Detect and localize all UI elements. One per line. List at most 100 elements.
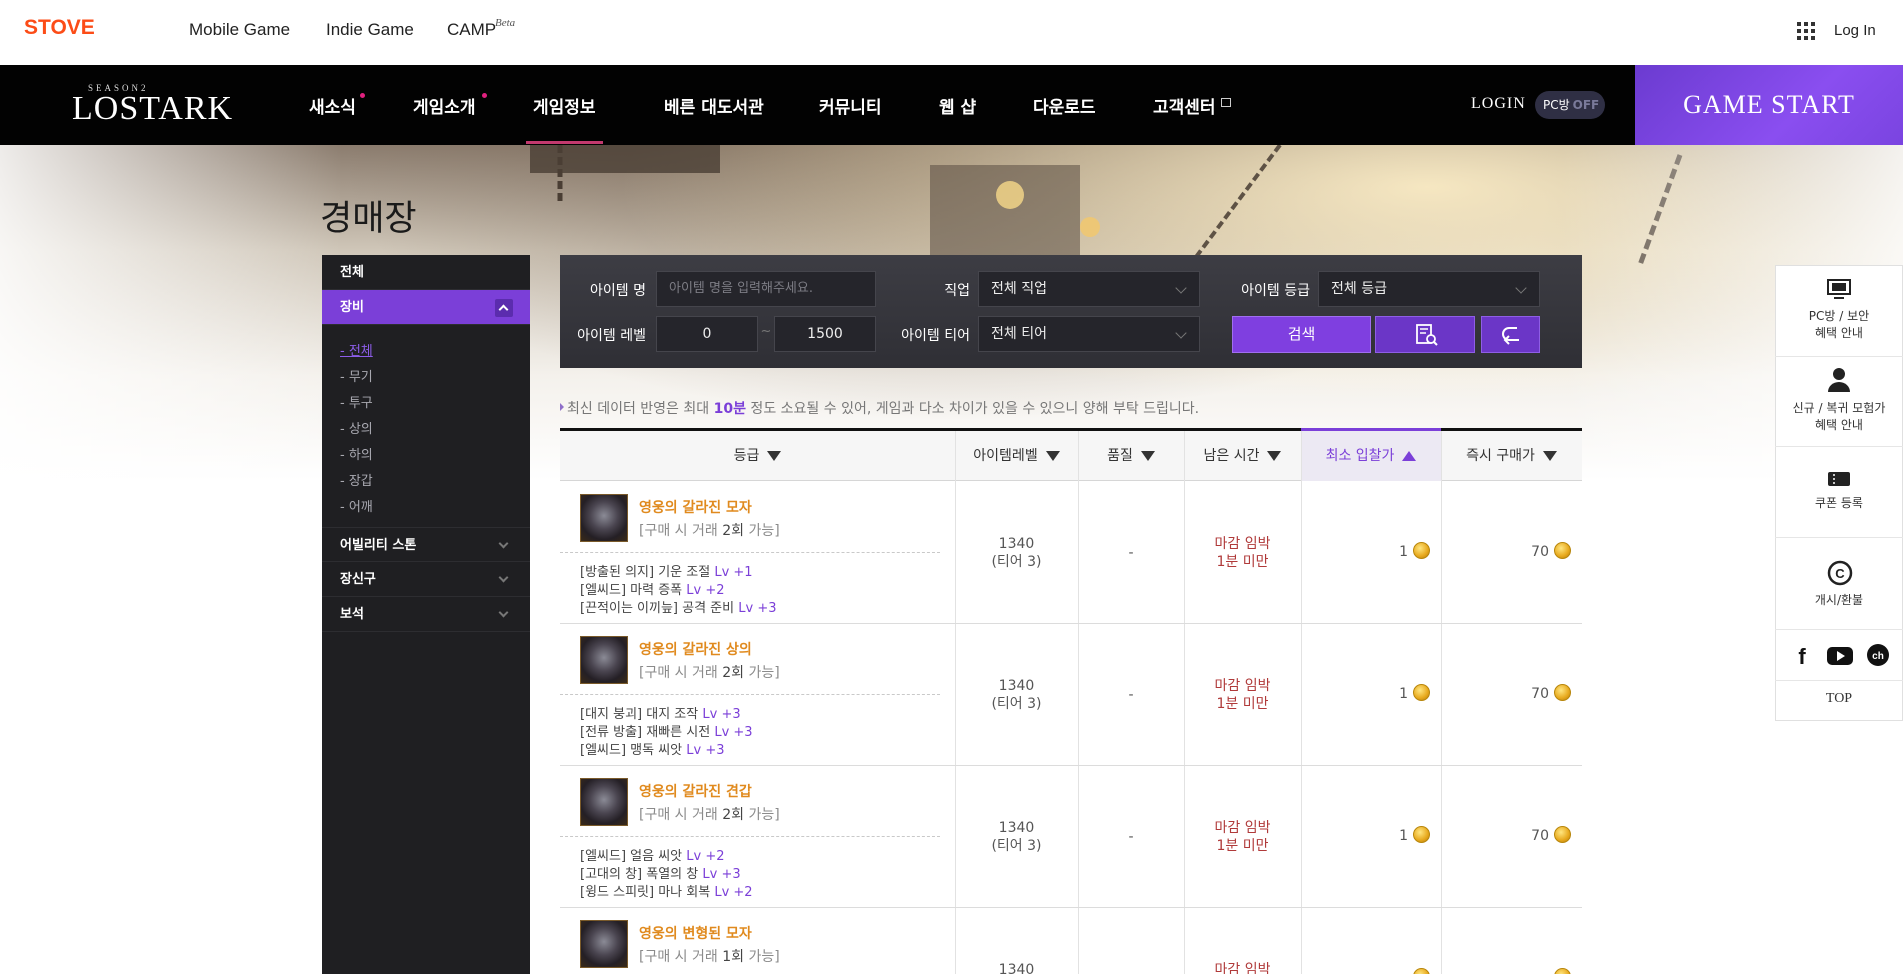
engraving-line: [윙드 스피릿] 마나 회복 Lv +2 [580,881,753,900]
channel-talk-icon[interactable]: ch [1866,643,1891,668]
header-label: 품질 [1107,448,1133,464]
expand-chevron-down-icon[interactable] [495,571,513,589]
nav-game-intro[interactable]: 게임소개 [413,93,476,118]
stove-link-indie-game[interactable]: Indie Game [326,20,414,40]
gold-coin-icon [1554,684,1571,701]
engraving-tag: [방출된 의지] [580,565,655,580]
gold-coin-icon [1554,968,1571,974]
nav-download[interactable]: 다운로드 [1033,93,1096,118]
game-start-button[interactable]: GAME START [1635,65,1903,145]
stove-link-camp[interactable]: CAMP [447,20,496,40]
dashed-divider [560,552,940,553]
trade-text: [구매 시 거래 [639,665,723,681]
quick-newbie-benefit[interactable]: 신규 / 복귀 모험가 혜택 안내 [1775,357,1903,447]
sort-header-quality[interactable]: 품질 [1078,431,1184,481]
engraving-line: [엘씨드] 맹독 씨앗 Lv +3 [580,739,725,758]
nav-support[interactable]: 고객센터 [1153,93,1216,118]
nav-library[interactable]: 베른 대도서관 [664,93,764,118]
collapse-chevron-up-icon[interactable] [495,299,513,317]
column-divider [1301,431,1302,974]
engraving-tag: [전류 방출] [580,725,643,740]
class-select[interactable]: 전체 직업 [978,271,1200,307]
youtube-icon[interactable] [1826,643,1854,668]
sidebar-sub-bottom[interactable]: - 하의 [340,444,373,463]
level-min-input[interactable]: 0 [656,316,758,352]
sidebar-item-ability-stone[interactable]: 어빌리티 스톤 [322,527,530,562]
min-bid-value: 1 [1399,828,1408,844]
gold-coin-icon [1554,826,1571,843]
sidebar-sub-gloves[interactable]: - 장갑 [340,470,373,489]
trade-limit-text: [구매 시 거래 2회 가능] [639,804,780,824]
sort-up-icon [1402,451,1417,461]
trade-text: 가능] [744,949,780,965]
pcbang-toggle[interactable]: PC방 OFF [1535,91,1605,119]
sort-down-icon [1045,451,1060,461]
trade-limit-text: [구매 시 거래 2회 가능] [639,520,780,540]
level-max-input[interactable]: 1500 [774,316,876,352]
quick-cash-refund[interactable]: C 개시/환불 [1775,538,1903,630]
quick-pcbang-benefit[interactable]: PC방 / 보안 혜택 안내 [1775,265,1903,357]
helmet-item-icon[interactable] [580,494,628,542]
sidebar-sub-all[interactable]: - 전체 [340,340,373,359]
sidebar-sub-weapon[interactable]: - 무기 [340,366,373,385]
sort-down-icon [767,451,782,461]
buy-now-value: 70 [1531,544,1549,560]
nav-web-shop[interactable]: 웹 샵 [939,93,976,118]
header-label: 남은 시간 [1203,448,1260,464]
time-status: 마감 임박 [1214,536,1271,552]
sort-header-min-bid[interactable]: 최소 입찰가 [1301,428,1441,481]
expand-chevron-down-icon[interactable] [495,606,513,624]
lostark-logo[interactable]: LOSTARK [72,90,233,128]
shoulder-item-icon[interactable] [580,778,628,826]
sidebar-item-all[interactable]: 전체 [322,255,530,290]
search-button[interactable]: 검색 [1232,316,1371,353]
new-dot-icon [360,93,365,98]
tier-select-value: 전체 티어 [991,326,1047,342]
helmet-item-icon[interactable] [580,920,628,968]
quality-cell: - [1128,687,1134,703]
dropdown-arrow-icon [1175,282,1187,294]
nav-community[interactable]: 커뮤니티 [819,93,882,118]
stove-link-mobile-game[interactable]: Mobile Game [189,20,290,40]
nav-game-info[interactable]: 게임정보 [533,93,596,118]
svg-text:ch: ch [1872,651,1884,662]
sidebar-sub-helmet[interactable]: - 투구 [340,392,373,411]
game-login-link[interactable]: LOGIN [1471,95,1526,113]
header-label: 즉시 구매가 [1466,448,1535,464]
reset-button[interactable] [1481,316,1540,353]
sort-down-icon [1140,451,1155,461]
item-name-link[interactable]: 영웅의 갈라진 모자 [639,497,752,517]
sidebar-sub-top[interactable]: - 상의 [340,418,373,437]
gold-coin-icon [1413,826,1430,843]
apps-grid-icon[interactable] [1797,22,1815,40]
notice-text: 정도 소요될 수 있어, 게임과 다소 차이가 있을 수 있으니 양해 부탁 드… [745,401,1200,417]
item-name-input[interactable]: 아이템 명을 입력해주세요. [656,271,876,307]
class-label: 직업 [944,283,970,299]
sidebar-item-accessory[interactable]: 장신구 [322,562,530,597]
item-name-link[interactable]: 영웅의 변형된 모자 [639,923,752,943]
chest-armor-item-icon[interactable] [580,636,628,684]
stove-logo[interactable]: STOVE [24,16,95,40]
sort-header-buy-now[interactable]: 즉시 구매가 [1441,431,1582,481]
expand-chevron-down-icon[interactable] [495,537,513,555]
nav-news[interactable]: 새소식 [309,93,356,118]
quality-cell: - [1128,829,1134,845]
sidebar-sub-shoulder[interactable]: - 어깨 [340,496,373,515]
grade-select[interactable]: 전체 등급 [1318,271,1540,307]
facebook-icon[interactable]: f [1790,643,1815,668]
quick-coupon[interactable]: 쿠폰 등록 [1775,447,1903,538]
sort-header-item-level[interactable]: 아이템레벨 [955,431,1078,481]
tier-select[interactable]: 전체 티어 [978,316,1200,352]
item-name-link[interactable]: 영웅의 갈라진 상의 [639,639,752,659]
scroll-top-button[interactable]: TOP [1775,690,1903,710]
sort-header-grade[interactable]: 등급 [560,431,955,481]
item-level-cell: 1340 (티어 3) [955,819,1078,855]
sort-header-remaining-time[interactable]: 남은 시간 [1184,431,1301,481]
stove-login-link[interactable]: Log In [1834,22,1876,39]
detail-search-button[interactable] [1375,316,1475,353]
sidebar-item-gem[interactable]: 보석 [322,597,530,632]
trade-limit-text: [구매 시 거래 1회 가능] [639,946,780,966]
sidebar-item-equipment[interactable]: 장비 [322,290,530,325]
item-name-link[interactable]: 영웅의 갈라진 견갑 [639,781,752,801]
header-label: 등급 [733,448,760,464]
